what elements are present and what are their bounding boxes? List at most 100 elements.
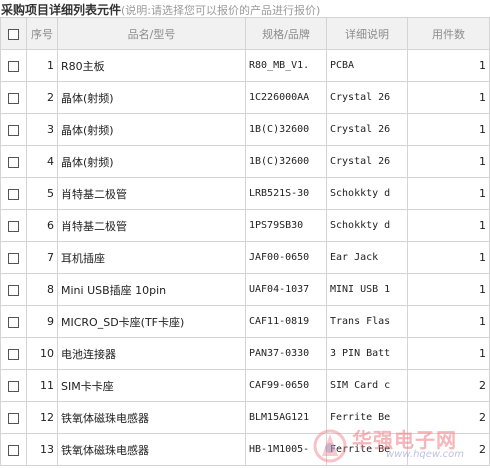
cell-qty: 2 [407,433,490,466]
cell-seq: 1 [26,49,58,82]
table-row: 5 肖特基二极管 LRB521S-30 Schokkty d1 [0,177,490,210]
row-checkbox[interactable] [8,124,19,136]
row-checkbox-cell[interactable] [0,209,27,242]
row-checkbox-cell[interactable] [0,145,27,178]
row-checkbox[interactable] [8,252,19,264]
cell-qty: 1 [407,113,490,146]
table-row: 10 电池连接器 PAN37-0330 3 PIN Batt 1 [0,337,490,370]
row-checkbox-cell[interactable] [0,305,27,338]
row-checkbox[interactable] [8,60,19,72]
row-checkbox[interactable] [8,92,19,104]
page-title-bar: 采购项目详细列表元件(说明:请选择您可以报价的产品进行报价) [0,0,490,17]
row-checkbox[interactable] [8,444,19,456]
cell-desc: Crystal 26 [326,81,408,114]
column-header-qty: 用件数 [407,17,490,50]
row-checkbox-cell[interactable] [0,177,27,210]
cell-name: 晶体(射频) [57,113,246,146]
page-note: (说明:请选择您可以报价的产品进行报价) [121,4,321,17]
cell-qty: 2 [407,369,490,402]
table-row: 3 晶体(射频) 1B(C)32600 Crystal 26 1 [0,113,490,146]
table-row: 13 铁氧体磁珠电感器 HB-1M1005- Ferrite Be 2 [0,433,490,466]
cell-seq: 12 [26,401,58,434]
table-row: 4 晶体(射频) 1B(C)32600 Crystal 26 1 [0,145,490,178]
select-all-checkbox[interactable] [8,28,19,40]
row-checkbox-cell[interactable] [0,273,27,306]
column-header-desc: 详细说明 [326,17,408,50]
row-checkbox[interactable] [8,380,19,392]
cell-desc: Schokkty d [326,177,408,210]
row-checkbox-cell[interactable] [0,369,27,402]
row-checkbox[interactable] [8,220,19,232]
cell-spec: PAN37-0330 [245,337,327,370]
row-checkbox[interactable] [8,188,19,200]
cell-desc: Crystal 26 [326,145,408,178]
cell-desc: 3 PIN Batt [326,337,408,370]
row-checkbox-cell[interactable] [0,113,27,146]
cell-seq: 4 [26,145,58,178]
cell-qty: 1 [407,177,490,210]
cell-name: 铁氧体磁珠电感器 [57,401,246,434]
cell-desc: Trans Flas [326,305,408,338]
cell-name: 肖特基二极管 [57,177,246,210]
cell-seq: 11 [26,369,58,402]
cell-qty: 2 [407,401,490,434]
cell-qty: 1 [407,81,490,114]
cell-seq: 10 [26,337,58,370]
cell-spec: 1PS79SB30 [245,209,327,242]
cell-spec: R80_MB_V1. [245,49,327,82]
row-checkbox[interactable] [8,316,19,328]
cell-spec: BLM15AG121 [245,401,327,434]
cell-name: MICRO_SD卡座(TF卡座) [57,305,246,338]
cell-qty: 1 [407,273,490,306]
cell-name: R80主板 [57,49,246,82]
select-all-checkbox-cell[interactable] [0,17,27,50]
cell-name: 晶体(射频) [57,81,246,114]
table-header-row: 序号 品名/型号 规格/品牌 详细说明 用件数 [0,17,490,50]
table-row: 6 肖特基二极管 1PS79SB30 Schokkty d1 [0,209,490,242]
cell-spec: CAF99-0650 [245,369,327,402]
row-checkbox-cell[interactable] [0,337,27,370]
cell-desc: Crystal 26 [326,113,408,146]
cell-spec: HB-1M1005- [245,433,327,466]
cell-name: SIM卡卡座 [57,369,246,402]
row-checkbox[interactable] [8,348,19,360]
cell-qty: 1 [407,49,490,82]
row-checkbox-cell[interactable] [0,241,27,274]
row-checkbox[interactable] [8,412,19,424]
column-header-seq: 序号 [26,17,58,50]
table-row: 9 MICRO_SD卡座(TF卡座) CAF11-0819 Trans Flas 1 [0,305,490,338]
cell-seq: 5 [26,177,58,210]
cell-desc: SIM Card c [326,369,408,402]
cell-name: 晶体(射频) [57,145,246,178]
row-checkbox[interactable] [8,156,19,168]
cell-seq: 7 [26,241,58,274]
table-row: 11 SIM卡卡座 CAF99-0650 SIM Card c2 [0,369,490,402]
column-header-spec: 规格/品牌 [245,17,327,50]
row-checkbox-cell[interactable] [0,49,27,82]
row-checkbox[interactable] [8,284,19,296]
cell-spec: 1B(C)32600 [245,145,327,178]
row-checkbox-cell[interactable] [0,433,27,466]
cell-qty: 1 [407,305,490,338]
cell-name: 铁氧体磁珠电感器 [57,433,246,466]
cell-seq: 2 [26,81,58,114]
cell-spec: JAF00-0650 [245,241,327,274]
cell-seq: 8 [26,273,58,306]
cell-name: Mini USB插座 10pin [57,273,246,306]
cell-desc: Ferrite Be [326,433,408,466]
cell-qty: 1 [407,337,490,370]
cell-desc: Ear Jack [326,241,408,274]
cell-qty: 1 [407,145,490,178]
table-row: 7 耳机插座 JAF00-0650 Ear Jack 1 [0,241,490,274]
page-title: 采购项目详细列表元件 [1,3,122,17]
table-row: 2 晶体(射频) 1C226000AA Crystal 26 1 [0,81,490,114]
row-checkbox-cell[interactable] [0,81,27,114]
row-checkbox-cell[interactable] [0,401,27,434]
cell-seq: 9 [26,305,58,338]
cell-desc: Schokkty d [326,209,408,242]
cell-name: 电池连接器 [57,337,246,370]
cell-spec: 1C226000AA [245,81,327,114]
cell-name: 耳机插座 [57,241,246,274]
cell-qty: 1 [407,209,490,242]
table-row: 12 铁氧体磁珠电感器 BLM15AG121 Ferrite Be 2 [0,401,490,434]
